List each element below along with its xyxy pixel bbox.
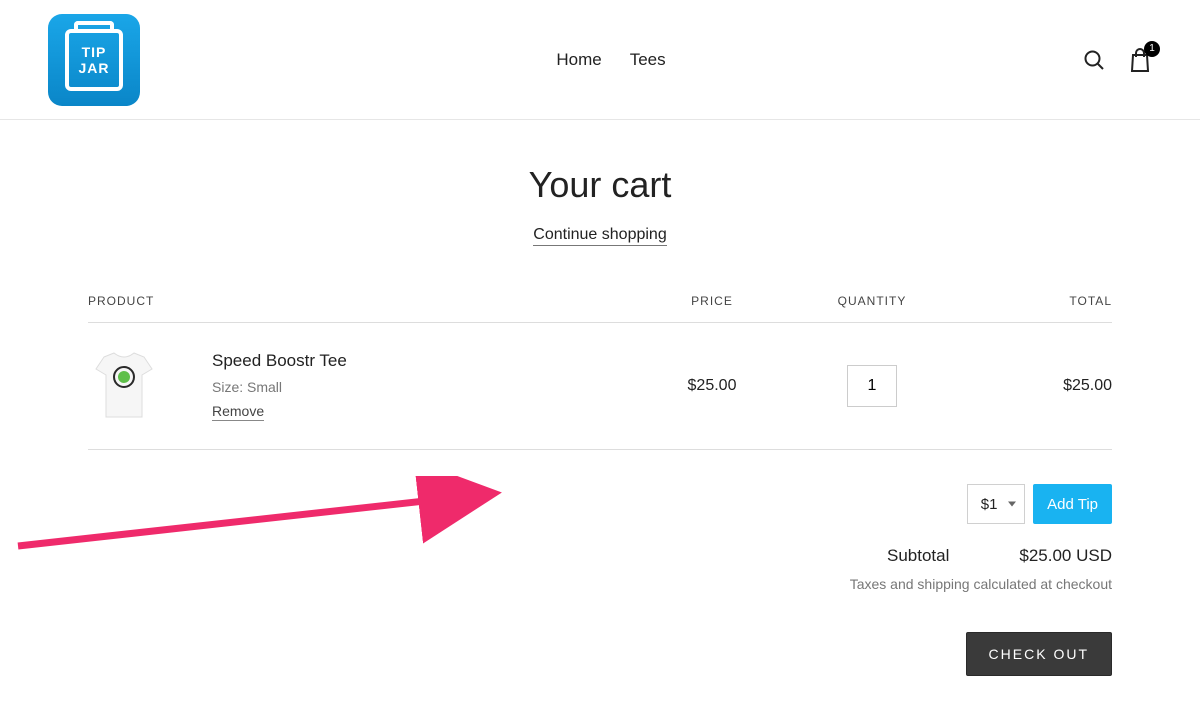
line-total-cell: $25.00 [952, 377, 1112, 395]
col-header-product: PRODUCT [88, 294, 632, 308]
cart-table-header: PRODUCT PRICE QUANTITY TOTAL [88, 294, 1112, 323]
main-nav: Home Tees [556, 50, 665, 70]
tax-shipping-note: Taxes and shipping calculated at checkou… [572, 576, 1112, 592]
header-actions: 1 [1082, 47, 1152, 73]
product-name: Speed Boostr Tee [212, 351, 632, 371]
subtotal-value: $25.00 USD [1019, 546, 1112, 566]
product-thumbnail[interactable] [88, 345, 160, 427]
continue-shopping-link[interactable]: Continue shopping [533, 226, 666, 246]
logo[interactable]: TIP JAR [48, 14, 140, 106]
quantity-input[interactable] [847, 365, 897, 407]
logo-text-2: JAR [78, 60, 109, 76]
cart-icon[interactable]: 1 [1128, 47, 1152, 73]
col-header-total: TOTAL [952, 294, 1112, 308]
price-cell: $25.00 [632, 377, 792, 395]
annotation-arrow [8, 476, 528, 556]
add-tip-button[interactable]: Add Tip [1033, 484, 1112, 524]
col-header-price: PRICE [632, 294, 792, 308]
cart-table: PRODUCT PRICE QUANTITY TOTAL Speed Boost… [88, 294, 1112, 450]
page-title: Your cart [88, 164, 1112, 206]
site-header: TIP JAR Home Tees 1 [0, 0, 1200, 120]
checkout-button[interactable]: CHECK OUT [966, 632, 1112, 676]
cart-page: Your cart Continue shopping PRODUCT PRIC… [0, 120, 1200, 716]
product-variant: Size: Small [212, 379, 632, 395]
col-header-quantity: QUANTITY [792, 294, 952, 308]
tip-row: $1 Add Tip [572, 484, 1112, 524]
nav-link-home[interactable]: Home [556, 50, 601, 70]
logo-text-1: TIP [82, 44, 107, 60]
cart-count-badge: 1 [1144, 41, 1160, 57]
subtotal-label: Subtotal [887, 546, 949, 566]
nav-link-tees[interactable]: Tees [630, 50, 666, 70]
tip-selected-value: $1 [981, 496, 998, 513]
subtotal-row: Subtotal $25.00 USD [572, 546, 1112, 566]
search-icon[interactable] [1082, 48, 1106, 72]
remove-link[interactable]: Remove [212, 403, 264, 421]
tip-amount-select[interactable]: $1 [967, 484, 1025, 524]
product-info: Speed Boostr Tee Size: Small Remove [208, 351, 632, 421]
cart-footer: $1 Add Tip Subtotal $25.00 USD Taxes and… [88, 484, 1112, 676]
cart-row: Speed Boostr Tee Size: Small Remove $25.… [88, 323, 1112, 450]
